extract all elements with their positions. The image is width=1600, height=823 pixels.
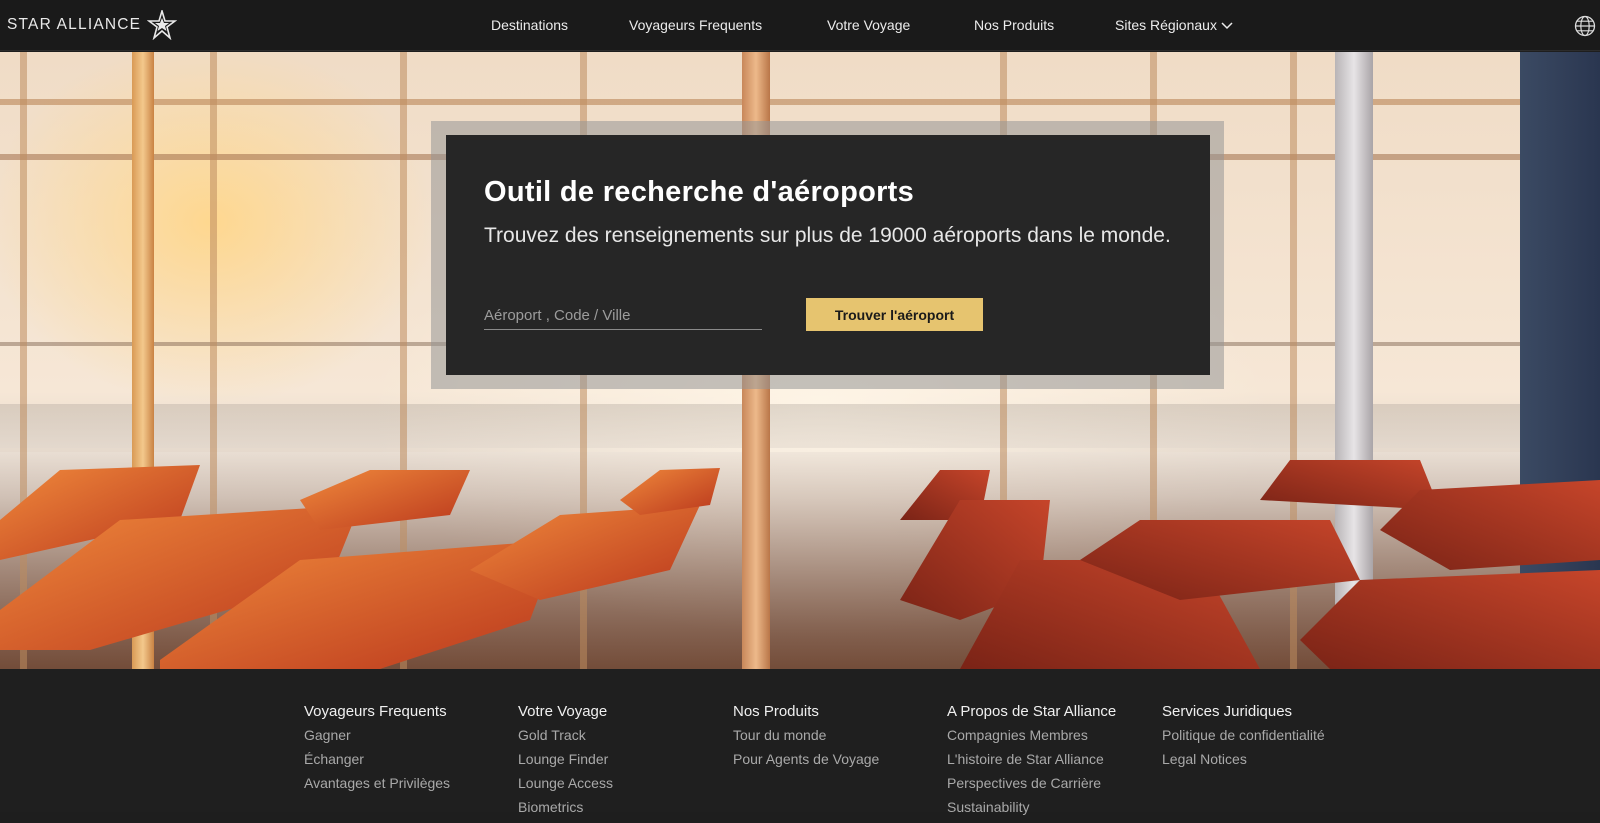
footer-link[interactable]: Avantages et Privilèges xyxy=(304,775,450,799)
nav-voyageurs-frequents[interactable]: Voyageurs Frequents xyxy=(629,17,762,33)
footer-link[interactable]: Biometrics xyxy=(518,799,613,823)
globe-icon[interactable] xyxy=(1574,15,1596,37)
footer-link[interactable]: Legal Notices xyxy=(1162,751,1325,775)
chevron-down-icon xyxy=(1221,22,1233,30)
footer-link[interactable]: Pour Agents de Voyage xyxy=(733,751,879,775)
footer-link[interactable]: Perspectives de Carrière xyxy=(947,775,1116,799)
footer-heading: Nos Produits xyxy=(733,703,819,720)
nav-sites-regionaux[interactable]: Sites Régionaux xyxy=(1115,17,1233,33)
top-navigation-bar: STAR ALLIANCE Destinations Voyageurs Fre… xyxy=(0,0,1600,51)
footer-heading: Voyageurs Frequents xyxy=(304,703,447,720)
footer-link[interactable]: Compagnies Membres xyxy=(947,727,1116,751)
hero-airport-lounge-image xyxy=(0,52,1600,669)
footer-link[interactable]: L'histoire de Star Alliance xyxy=(947,751,1116,775)
site-footer: Voyageurs Frequents Gagner Échanger Avan… xyxy=(0,669,1600,815)
footer-link[interactable]: Gagner xyxy=(304,727,450,751)
footer-column-services-juridiques: Services Juridiques Politique de confide… xyxy=(1162,703,1325,775)
find-airport-button[interactable]: Trouver l'aéroport xyxy=(806,298,983,331)
footer-link[interactable]: Lounge Access xyxy=(518,775,613,799)
nav-votre-voyage[interactable]: Votre Voyage xyxy=(827,17,910,33)
nav-sites-regionaux-label: Sites Régionaux xyxy=(1115,17,1217,33)
airport-search-input[interactable] xyxy=(484,302,762,330)
footer-heading: Services Juridiques xyxy=(1162,703,1293,720)
footer-link[interactable]: Gold Track xyxy=(518,727,613,751)
main-nav: Destinations Voyageurs Frequents Votre V… xyxy=(0,0,1600,51)
footer-heading: Votre Voyage xyxy=(518,703,608,720)
footer-link[interactable]: Échanger xyxy=(304,751,450,775)
page-title: Outil de recherche d'aéroports xyxy=(484,176,915,208)
footer-link[interactable]: Lounge Finder xyxy=(518,751,613,775)
page-subtitle: Trouvez des renseignements sur plus de 1… xyxy=(484,224,1171,247)
footer-link[interactable]: Tour du monde xyxy=(733,727,879,751)
airport-search-panel xyxy=(446,135,1210,375)
footer-column-votre-voyage: Votre Voyage Gold Track Lounge Finder Lo… xyxy=(518,703,613,823)
footer-heading: A Propos de Star Alliance xyxy=(947,703,1117,720)
footer-column-voyageurs-frequents: Voyageurs Frequents Gagner Échanger Avan… xyxy=(304,703,450,799)
footer-link[interactable]: Politique de confidentialité xyxy=(1162,727,1325,751)
nav-destinations[interactable]: Destinations xyxy=(491,17,568,33)
nav-nos-produits[interactable]: Nos Produits xyxy=(974,17,1054,33)
footer-column-a-propos: A Propos de Star Alliance Compagnies Mem… xyxy=(947,703,1116,823)
footer-column-nos-produits: Nos Produits Tour du monde Pour Agents d… xyxy=(733,703,879,775)
footer-link[interactable]: Sustainability xyxy=(947,799,1116,823)
